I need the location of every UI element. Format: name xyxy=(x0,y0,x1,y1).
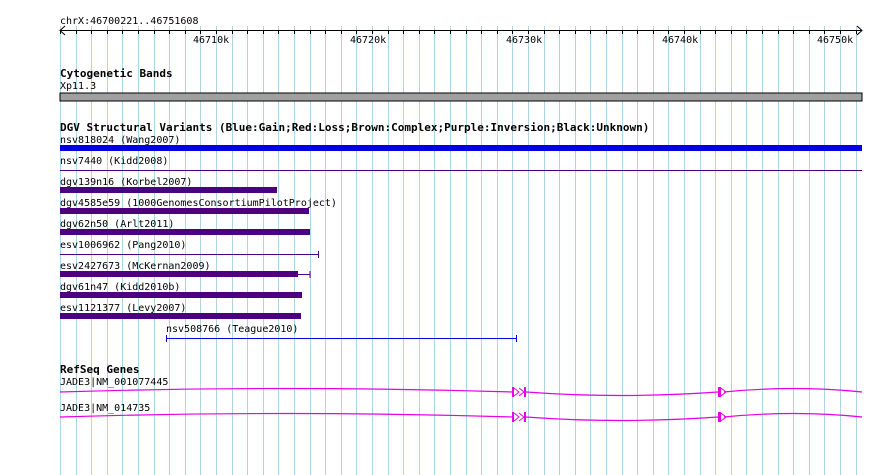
variant-label[interactable]: esv1006962 (Pang2010) xyxy=(60,240,186,251)
variant-label[interactable]: nsv508766 (Teague2010) xyxy=(166,324,298,335)
ruler-tick-label: 46710k xyxy=(193,35,230,46)
cytoband-label: Xp11.3 xyxy=(60,81,97,92)
gene-exon xyxy=(512,387,514,397)
ruler-tick-label: 46720k xyxy=(350,35,387,46)
refseq-track-title: RefSeq Genes xyxy=(60,363,140,376)
ruler-tick-label: 46740k xyxy=(662,35,699,46)
variant-label[interactable]: esv1121377 (Levy2007) xyxy=(60,303,186,314)
gene-exon xyxy=(512,412,514,422)
variant-label[interactable]: esv2427673 (McKernan2009) xyxy=(60,261,211,272)
dgv-track-title: DGV Structural Variants (Blue:Gain;Red:L… xyxy=(60,121,650,134)
variant-label[interactable]: nsv818024 (Wang2007) xyxy=(60,135,180,146)
coordinate-label: chrX:46700221..46751608 xyxy=(60,16,199,27)
variant-label[interactable]: dgv4585e59 (1000GenomesConsortiumPilotPr… xyxy=(60,198,337,209)
gene-exon xyxy=(718,387,721,397)
strand-arrow-icon xyxy=(720,412,727,422)
ruler-tick-label: 46750k xyxy=(817,35,854,46)
gene-intron-line xyxy=(59,387,863,397)
cytoband-track-title: Cytogenetic Bands xyxy=(60,67,173,80)
variant-label[interactable]: dgv139n16 (Korbel2007) xyxy=(60,177,192,188)
gene-label[interactable]: JADE3|NM_014735 xyxy=(60,403,150,414)
strand-arrow-icon xyxy=(720,387,727,397)
strand-arrow-icon xyxy=(513,412,520,422)
cytoband-bar xyxy=(59,92,863,102)
gene-intron-line xyxy=(59,412,863,422)
variant-label[interactable]: dgv61n47 (Kidd2010b) xyxy=(60,282,180,293)
ruler-tick-label: 46730k xyxy=(506,35,543,46)
variant-label[interactable]: nsv7440 (Kidd2008) xyxy=(60,156,168,167)
gene-exon xyxy=(718,412,721,422)
gene-label[interactable]: JADE3|NM_001077445 xyxy=(60,377,168,388)
variant-label[interactable]: dgv62n50 (Arlt2011) xyxy=(60,219,174,230)
strand-arrow-icon xyxy=(513,387,520,397)
